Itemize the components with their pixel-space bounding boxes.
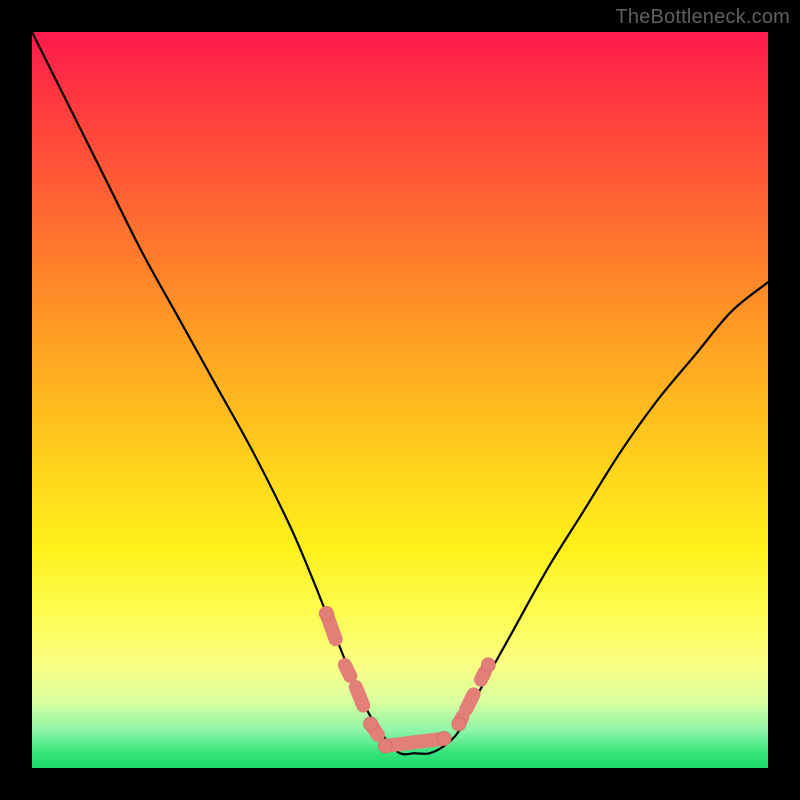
chart-frame: TheBottleneck.com <box>0 0 800 800</box>
curve-marker-dot <box>364 717 378 731</box>
curve-marker <box>356 687 363 705</box>
attribution-text: TheBottleneck.com <box>615 6 790 29</box>
curve-marker <box>466 694 473 709</box>
curve-marker-bottom <box>385 739 444 746</box>
curve-marker-dot <box>481 658 495 672</box>
plot-area <box>32 32 768 768</box>
markers-group <box>319 606 495 752</box>
bottleneck-curve <box>32 32 768 754</box>
curve-marker-dot <box>378 739 392 753</box>
curve-svg <box>32 32 768 768</box>
curve-marker <box>345 665 351 676</box>
curve-marker-dot <box>319 606 333 620</box>
curve-marker <box>481 672 485 679</box>
curve-marker-dot <box>452 717 466 731</box>
curve-marker-dot <box>437 732 451 746</box>
